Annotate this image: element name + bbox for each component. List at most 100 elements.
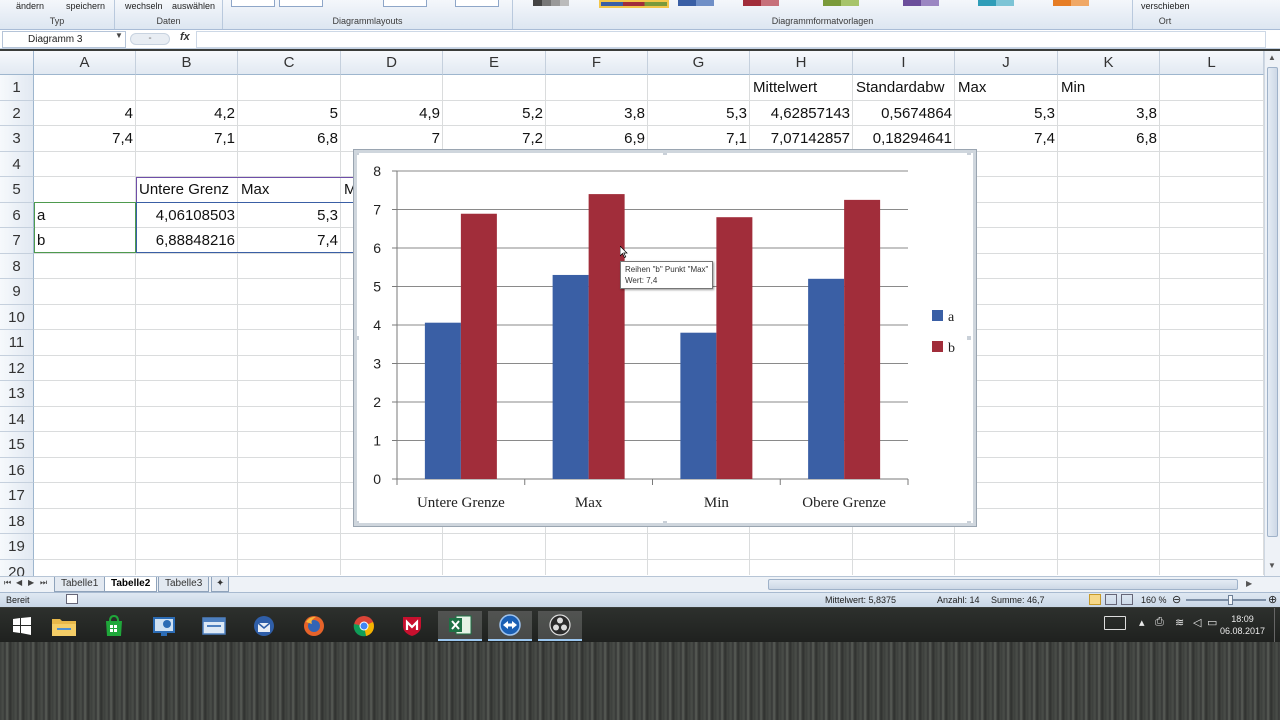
- column-header-c[interactable]: C: [238, 51, 341, 75]
- row-header-7[interactable]: 7: [0, 228, 34, 254]
- horizontal-scrollbar[interactable]: ▶: [760, 578, 1256, 591]
- column-header-f[interactable]: F: [546, 51, 648, 75]
- first-sheet-icon[interactable]: ⏮: [4, 578, 11, 588]
- clock[interactable]: 18:09 06.08.2017: [1220, 613, 1265, 637]
- column-header-j[interactable]: J: [955, 51, 1058, 75]
- cell-i2[interactable]: 0,5674864: [853, 101, 955, 126]
- move-chart-button[interactable]: verschieben: [1141, 1, 1190, 11]
- row-header-8[interactable]: 8: [0, 253, 34, 279]
- cell-f3[interactable]: 6,9: [546, 126, 648, 151]
- row-header-14[interactable]: 14: [0, 406, 34, 432]
- cell-j3[interactable]: 7,4: [955, 126, 1058, 151]
- sheet-tab-tabelle2[interactable]: Tabelle2: [104, 577, 158, 592]
- show-desktop-button[interactable]: [1274, 608, 1280, 642]
- notification-icon[interactable]: ▭: [1207, 616, 1217, 629]
- normal-view-icon[interactable]: [1089, 594, 1101, 605]
- row-header-9[interactable]: 9: [0, 279, 34, 305]
- zoom-out-icon[interactable]: ⊖: [1172, 593, 1181, 606]
- formula-resize-handle[interactable]: ⁃: [130, 33, 170, 45]
- cell-f2[interactable]: 3,8: [546, 101, 648, 126]
- column-header-i[interactable]: I: [853, 51, 955, 75]
- scroll-up-icon[interactable]: ▲: [1268, 53, 1276, 62]
- column-header-e[interactable]: E: [443, 51, 546, 75]
- cell-e2[interactable]: 5,2: [443, 101, 546, 126]
- change-chart-type-button[interactable]: ändern: [16, 1, 44, 11]
- network-window-icon[interactable]: [192, 611, 236, 641]
- vertical-scrollbar[interactable]: ▲ ▼: [1264, 51, 1280, 576]
- zoom-level[interactable]: 160 %: [1141, 595, 1167, 605]
- horizontal-scroll-thumb[interactable]: [768, 579, 1238, 590]
- firefox-icon[interactable]: [292, 611, 336, 641]
- row-header-18[interactable]: 18: [0, 508, 34, 534]
- cell-c2[interactable]: 5: [238, 101, 341, 126]
- obs-icon[interactable]: [538, 611, 582, 641]
- page-layout-view-icon[interactable]: [1105, 594, 1117, 605]
- select-all-corner[interactable]: [0, 51, 34, 75]
- style-swatch-selected[interactable]: [599, 0, 669, 8]
- column-header-l[interactable]: L: [1160, 51, 1264, 75]
- cell-i1[interactable]: Standardabw: [853, 75, 955, 100]
- cell-b2[interactable]: 4,2: [136, 101, 238, 126]
- style-swatch[interactable]: [903, 0, 939, 6]
- show-hidden-icons[interactable]: ▴: [1139, 616, 1145, 629]
- row-header-1[interactable]: 1: [0, 75, 34, 101]
- row-header-13[interactable]: 13: [0, 381, 34, 407]
- row-header-19[interactable]: 19: [0, 534, 34, 560]
- cell-i3[interactable]: 0,18294641: [853, 126, 955, 151]
- chrome-icon[interactable]: [342, 611, 386, 641]
- row-header-16[interactable]: 16: [0, 457, 34, 483]
- row-header-20[interactable]: 20: [0, 559, 34, 576]
- keyboard-icon[interactable]: [1104, 616, 1126, 630]
- layout-thumbnail[interactable]: [279, 0, 323, 7]
- column-header-d[interactable]: D: [341, 51, 443, 75]
- row-header-11[interactable]: 11: [0, 330, 34, 356]
- formula-input[interactable]: [196, 31, 1266, 48]
- network-icon[interactable]: ⎙: [1155, 616, 1164, 629]
- row-header-17[interactable]: 17: [0, 483, 34, 509]
- cell-j2[interactable]: 5,3: [955, 101, 1058, 126]
- zoom-in-icon[interactable]: ⊕: [1268, 593, 1277, 606]
- page-break-view-icon[interactable]: [1121, 594, 1133, 605]
- cell-k3[interactable]: 6,8: [1058, 126, 1160, 151]
- cell-a2[interactable]: 4: [34, 101, 136, 126]
- cell-k1[interactable]: Min: [1058, 75, 1160, 100]
- row-header-5[interactable]: 5: [0, 177, 34, 203]
- column-header-h[interactable]: H: [750, 51, 853, 75]
- scroll-right-icon[interactable]: ▶: [1246, 579, 1252, 588]
- row-header-10[interactable]: 10: [0, 304, 34, 330]
- column-header-a[interactable]: A: [34, 51, 136, 75]
- row-header-12[interactable]: 12: [0, 355, 34, 381]
- select-data-button[interactable]: auswählen: [172, 1, 215, 11]
- row-header-2[interactable]: 2: [0, 100, 34, 126]
- style-swatch[interactable]: [678, 0, 714, 6]
- insert-function-icon[interactable]: fx: [180, 31, 190, 43]
- insert-sheet-icon[interactable]: ✦: [211, 577, 230, 592]
- sheet-tab-tabelle3[interactable]: Tabelle3: [158, 577, 210, 592]
- row-header-6[interactable]: 6: [0, 202, 34, 228]
- style-swatch[interactable]: [533, 0, 569, 6]
- cell-j1[interactable]: Max: [955, 75, 1058, 100]
- column-header-b[interactable]: B: [136, 51, 238, 75]
- name-box[interactable]: Diagramm 3: [2, 31, 126, 48]
- row-header-3[interactable]: 3: [0, 126, 34, 152]
- wifi-icon[interactable]: ≋: [1175, 616, 1184, 629]
- windows-start-icon[interactable]: [0, 611, 44, 641]
- name-box-dropdown-icon[interactable]: ▼: [115, 31, 123, 40]
- cell-k2[interactable]: 3,8: [1058, 101, 1160, 126]
- mcafee-icon[interactable]: [390, 611, 434, 641]
- file-explorer-icon[interactable]: [42, 611, 86, 641]
- save-template-button[interactable]: speichern: [66, 1, 105, 11]
- row-header-4[interactable]: 4: [0, 151, 34, 177]
- column-header-k[interactable]: K: [1058, 51, 1160, 75]
- vertical-scroll-thumb[interactable]: [1267, 67, 1278, 537]
- macro-record-icon[interactable]: [66, 594, 78, 604]
- scroll-down-icon[interactable]: ▼: [1268, 561, 1276, 570]
- zoom-slider-knob[interactable]: [1228, 595, 1233, 605]
- excel-icon[interactable]: [438, 611, 482, 641]
- style-swatch[interactable]: [743, 0, 779, 6]
- next-sheet-icon[interactable]: ▶: [28, 578, 34, 587]
- cell-d3[interactable]: 7: [341, 126, 443, 151]
- cell-a3[interactable]: 7,4: [34, 126, 136, 151]
- row-header-15[interactable]: 15: [0, 432, 34, 458]
- switch-row-column-button[interactable]: wechseln: [125, 1, 163, 11]
